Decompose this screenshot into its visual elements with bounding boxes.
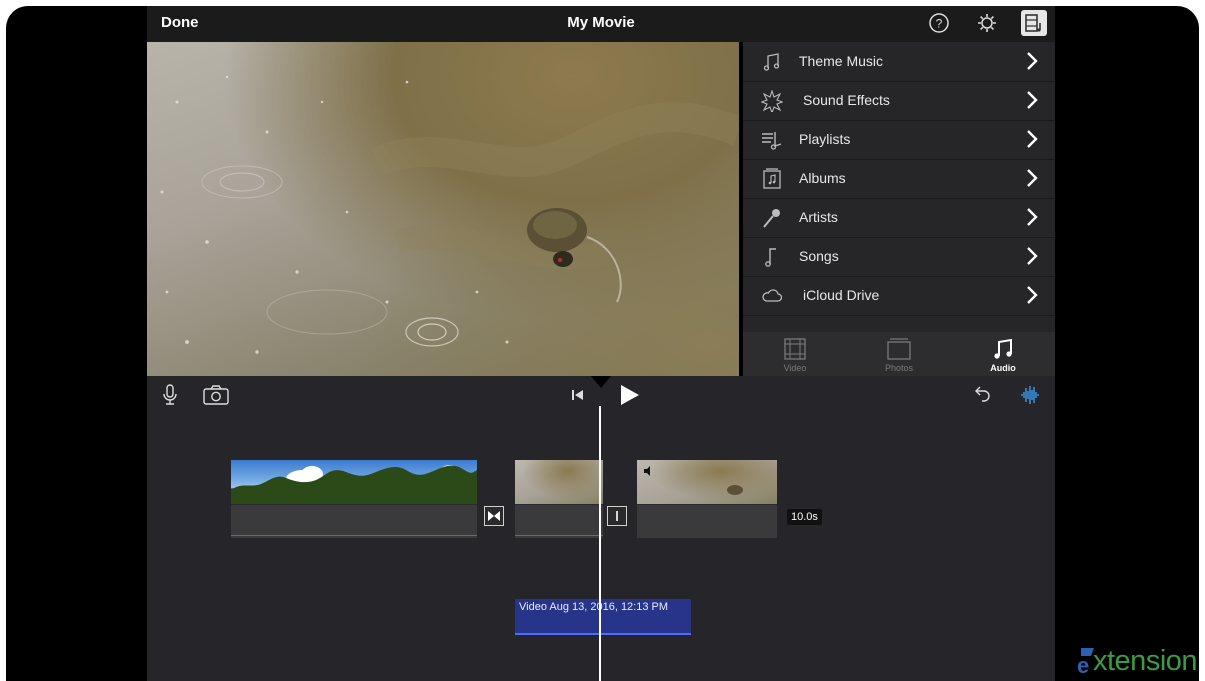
clip-thumbnail-sky	[231, 460, 477, 505]
svg-text:e: e	[1077, 653, 1089, 674]
transition-icon	[488, 511, 500, 521]
video-clip-sky[interactable]	[231, 460, 477, 538]
browser-item-label: Playlists	[799, 131, 851, 147]
camera-icon[interactable]	[203, 384, 229, 406]
tree-line-image	[231, 465, 477, 505]
audio-note-icon	[994, 338, 1012, 359]
chevron-right-icon	[1027, 169, 1038, 187]
transition-none-button[interactable]	[607, 506, 627, 526]
chevron-right-icon	[1027, 286, 1038, 304]
tab-label: Audio	[990, 363, 1016, 373]
browser-item-albums[interactable]: Albums	[743, 159, 1055, 199]
browser-item-label: Songs	[799, 248, 839, 264]
chevron-right-icon	[1027, 130, 1038, 148]
browser-item-sound-effects[interactable]: Sound Effects	[743, 81, 1055, 121]
chevron-right-icon	[1027, 208, 1038, 226]
browser-item-songs[interactable]: Songs	[743, 237, 1055, 277]
app-frame: Done My Movie ? Theme Music Sound Effect…	[6, 6, 1199, 681]
undo-icon[interactable]	[971, 384, 993, 406]
browser-item-label: iCloud Drive	[803, 287, 880, 303]
duration-badge: 10.0s	[787, 509, 822, 525]
browser-item-icloud-drive[interactable]: iCloud Drive	[743, 276, 1055, 316]
project-title: My Movie	[567, 14, 635, 31]
playhead-marker	[591, 376, 611, 388]
chevron-right-icon	[1027, 247, 1038, 265]
muted-speaker-icon	[644, 466, 650, 476]
sound-effects-icon	[761, 90, 783, 112]
skip-back-icon[interactable]	[567, 384, 589, 406]
browser-item-label: Sound Effects	[803, 92, 890, 108]
transition-crossfade-button[interactable]	[484, 506, 504, 526]
browser-item-label: Theme Music	[799, 53, 884, 69]
imovie-editor: Done My Movie ? Theme Music Sound Effect…	[147, 6, 1055, 681]
music-note-icon	[763, 53, 780, 71]
settings-icon[interactable]	[976, 12, 998, 34]
album-icon	[763, 168, 781, 189]
video-preview	[147, 42, 739, 376]
tab-photos[interactable]: Photos	[847, 332, 951, 376]
chevron-right-icon	[1027, 91, 1038, 109]
play-icon[interactable]	[617, 382, 641, 408]
logo-text: xtension	[1093, 645, 1198, 677]
help-icon[interactable]: ?	[928, 12, 950, 34]
tab-video[interactable]: Video	[743, 332, 847, 376]
detached-clip-label: Video Aug 13, 2016, 12:13 PM	[519, 601, 669, 613]
svg-text:?: ?	[936, 17, 943, 31]
media-browser-icon[interactable]	[1021, 10, 1047, 36]
browser-item-label: Albums	[799, 170, 846, 186]
audio-waveform-icon[interactable]	[1019, 384, 1041, 406]
preview-frame-image	[160, 75, 739, 354]
browser-item-artists[interactable]: Artists	[743, 198, 1055, 238]
song-note-icon	[765, 248, 776, 267]
clip-audio-track	[231, 504, 477, 538]
playlist-icon	[762, 132, 782, 150]
browser-item-label: Artists	[799, 209, 838, 225]
tab-label: Photos	[884, 363, 914, 373]
film-icon	[784, 338, 806, 360]
top-bar: Done My Movie ?	[147, 6, 1055, 42]
tab-label: Video	[783, 363, 807, 373]
detached-video-clip[interactable]: Video Aug 13, 2016, 12:13 PM	[515, 599, 691, 635]
video-clip-water-2[interactable]	[637, 460, 777, 538]
tab-audio[interactable]: Audio	[951, 332, 1055, 376]
video-clip-water-1[interactable]	[515, 460, 603, 538]
browser-tab-bar: Video Photos Audio	[743, 332, 1055, 376]
turtle-thumbnail-image	[727, 485, 743, 495]
playhead[interactable]	[599, 406, 601, 681]
clip-audio-track	[515, 504, 603, 538]
photos-icon	[887, 338, 911, 360]
microphone-icon	[763, 209, 780, 228]
chevron-right-icon	[1027, 52, 1038, 70]
browser-item-playlists[interactable]: Playlists	[743, 120, 1055, 160]
media-browser: Theme Music Sound Effects Playlists Albu…	[743, 42, 1055, 376]
clip-thumbnail-turtle	[637, 460, 777, 505]
microphone-icon[interactable]	[159, 384, 181, 406]
clip-thumbnail-water	[515, 460, 603, 505]
cut-transition-icon	[616, 511, 618, 521]
browser-item-theme-music[interactable]: Theme Music	[743, 42, 1055, 82]
cloud-icon	[762, 289, 783, 302]
clip-audio-track	[637, 504, 777, 538]
